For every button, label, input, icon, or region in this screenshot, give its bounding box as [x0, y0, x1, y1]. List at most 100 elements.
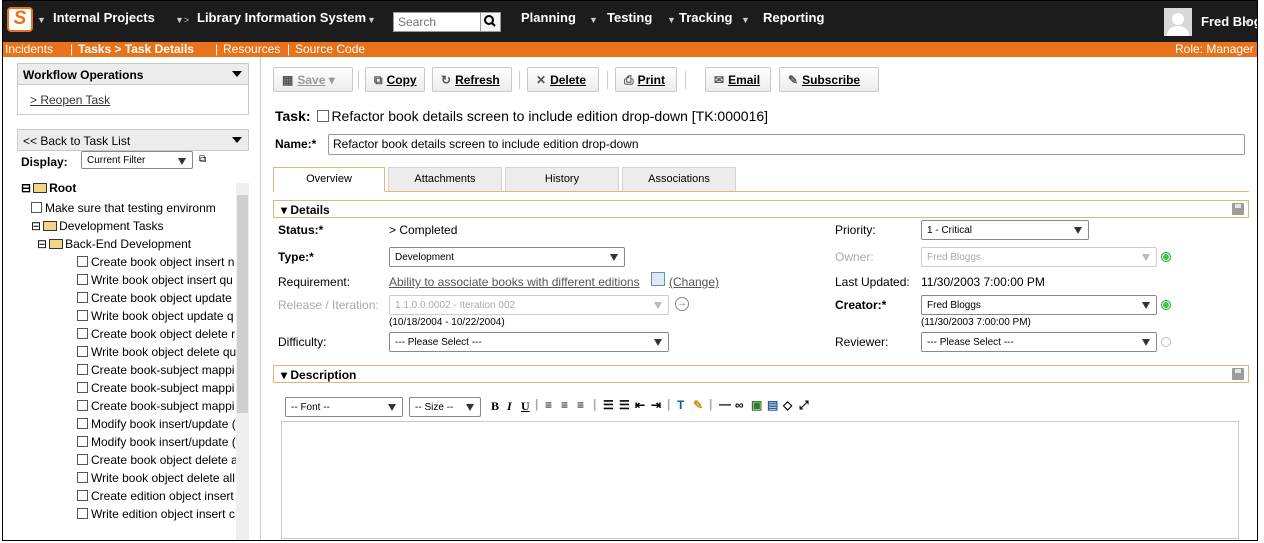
chevron-down-icon[interactable]: ▼	[589, 15, 598, 25]
collapse-icon[interactable]: ▾	[281, 368, 287, 382]
align-left-icon[interactable]: ≡	[545, 398, 552, 412]
tree-item[interactable]: Create book-subject mappi	[77, 361, 234, 379]
subscribe-button[interactable]: ✎ Subscribe	[779, 67, 879, 92]
save-icon[interactable]	[1232, 368, 1244, 380]
align-center-icon[interactable]: ≡	[561, 398, 568, 412]
tree-item[interactable]: Create book-subject mappi	[77, 397, 234, 415]
back-to-task-list-header[interactable]: << Back to Task List	[17, 129, 249, 151]
details-section-header[interactable]: ▾ Details	[273, 200, 1249, 218]
owner-select[interactable]: Fred Bloggs	[921, 247, 1157, 267]
chevron-down-icon[interactable]: ▼	[37, 15, 46, 25]
project-selector[interactable]: Internal Projects	[53, 10, 155, 25]
tree-item[interactable]: Create book object update	[77, 289, 232, 307]
tree-item[interactable]: Write book object insert qu	[77, 271, 233, 289]
highlight-icon[interactable]: ✎	[693, 398, 703, 412]
reviewer-select[interactable]: --- Please Select ---	[921, 332, 1157, 352]
fullscreen-icon[interactable]: ⤢	[799, 398, 809, 413]
source-code-icon[interactable]: ◇	[783, 398, 792, 412]
tab-associations[interactable]: Associations	[622, 167, 736, 191]
tree-folder[interactable]: ⊟ Root	[21, 179, 76, 197]
description-editor[interactable]	[281, 421, 1239, 539]
status-value[interactable]: > Completed	[389, 223, 457, 237]
priority-select[interactable]: 1 - Critical	[921, 220, 1089, 240]
tree-item[interactable]: Write book object update q	[77, 307, 234, 325]
save-icon[interactable]	[1232, 203, 1244, 215]
tab-overview[interactable]: Overview	[273, 167, 385, 192]
user-avatar[interactable]	[1164, 8, 1192, 36]
chevron-down-icon[interactable]: ▼	[741, 15, 750, 25]
copy-button[interactable]: ⧉ Copy	[365, 67, 425, 92]
tree-folder[interactable]: ⊟ Development Tasks	[31, 217, 164, 235]
description-section-header[interactable]: ▾ Description	[273, 365, 1249, 383]
size-select[interactable]: -- Size --	[409, 397, 481, 417]
arrow-right-circle-icon[interactable]: →	[675, 297, 689, 311]
back-to-task-list-link[interactable]: << Back to Task List	[23, 134, 130, 148]
refresh-icon[interactable]: ⧉	[199, 154, 206, 165]
tree-folder[interactable]: ⊟ Back-End Development	[37, 235, 191, 253]
menu-reporting[interactable]: Reporting	[763, 10, 824, 25]
image-icon[interactable]: ▣	[751, 398, 762, 412]
underline-icon[interactable]: U	[521, 399, 530, 414]
workflow-operations-header[interactable]: Workflow Operations	[17, 63, 249, 85]
horizontal-rule-icon[interactable]: —	[719, 397, 731, 411]
ordered-list-icon[interactable]: ☰	[603, 398, 614, 412]
email-button[interactable]: ✉ Email	[705, 67, 771, 92]
change-requirement-link[interactable]: (Change)	[669, 275, 719, 289]
difficulty-select[interactable]: --- Please Select ---	[389, 332, 669, 352]
outdent-icon[interactable]: ⇤	[635, 398, 645, 412]
indent-icon[interactable]: ⇥	[651, 398, 661, 412]
menu-tracking[interactable]: Tracking	[679, 10, 732, 25]
type-select[interactable]: Development	[389, 247, 625, 267]
collapse-icon[interactable]: ⊟	[37, 237, 47, 251]
font-select[interactable]: -- Font --	[285, 397, 403, 417]
text-color-icon[interactable]: T	[677, 398, 684, 412]
release-select[interactable]: 1.1.0.0.0002 - Iteration 002	[389, 295, 669, 315]
reopen-task-link[interactable]: > Reopen Task	[30, 93, 110, 107]
tree-item[interactable]: Create book-subject mappi	[77, 379, 234, 397]
name-field[interactable]: Refactor book details screen to include …	[328, 134, 1245, 155]
display-filter-select[interactable]: Current Filter	[81, 151, 193, 169]
pane-divider[interactable]	[260, 57, 261, 540]
chevron-down-icon[interactable]: ▼	[1243, 18, 1252, 28]
menu-planning[interactable]: Planning	[521, 10, 576, 25]
chevron-down-icon[interactable]	[232, 137, 242, 143]
collapse-icon[interactable]: ⊟	[31, 219, 41, 233]
bold-icon[interactable]: B	[491, 399, 499, 414]
spira-logo[interactable]: S	[7, 7, 33, 32]
refresh-button[interactable]: ↻ Refresh	[432, 67, 512, 92]
print-button[interactable]: ⎙ Print	[615, 67, 677, 92]
unordered-list-icon[interactable]: ☰	[619, 398, 630, 412]
subnav-tasks[interactable]: Tasks > Task Details	[78, 42, 194, 57]
menu-testing[interactable]: Testing	[607, 10, 652, 25]
subnav-incidents[interactable]: Incidents	[5, 42, 53, 57]
chevron-down-icon[interactable]: ▼	[367, 15, 376, 25]
scrollbar-thumb[interactable]	[237, 195, 248, 413]
subnav-source-code[interactable]: Source Code	[295, 42, 365, 57]
tree-item[interactable]: Write book object delete all	[77, 469, 235, 487]
tree-item[interactable]: Create book object insert n	[77, 253, 234, 271]
tab-attachments[interactable]: Attachments	[388, 167, 502, 191]
creator-select[interactable]: Fred Bloggs	[921, 295, 1157, 315]
search-input[interactable]	[394, 13, 476, 31]
tree-item[interactable]: Create book object delete a	[77, 451, 238, 469]
tab-history[interactable]: History	[505, 167, 619, 191]
table-icon[interactable]: ▤	[767, 398, 778, 412]
tree-item[interactable]: Modify book insert/update (	[77, 433, 236, 451]
delete-button[interactable]: ✕ Delete	[527, 67, 599, 92]
chevron-down-icon[interactable]: ▼	[667, 15, 676, 25]
tree-scrollbar[interactable]	[236, 183, 249, 540]
collapse-icon[interactable]: ▾	[281, 203, 287, 217]
italic-icon[interactable]: I	[507, 399, 512, 414]
tree-item[interactable]: Modify book insert/update (	[77, 415, 236, 433]
tree-item[interactable]: Create book object delete r	[77, 325, 235, 343]
chevron-down-icon[interactable]	[232, 71, 242, 77]
tree-item[interactable]: Create edition object insert	[77, 487, 234, 505]
link-icon[interactable]: ∞	[735, 398, 744, 412]
project-arrow-icon[interactable]: ▼>	[175, 15, 189, 25]
save-button[interactable]: ▦ Save ▾	[273, 67, 353, 92]
subnav-resources[interactable]: Resources	[223, 42, 280, 57]
tree-item[interactable]: Write book object delete qu	[77, 343, 236, 361]
product-selector[interactable]: Library Information System	[197, 10, 366, 25]
align-right-icon[interactable]: ≡	[577, 398, 584, 412]
collapse-icon[interactable]: ⊟	[21, 181, 31, 195]
